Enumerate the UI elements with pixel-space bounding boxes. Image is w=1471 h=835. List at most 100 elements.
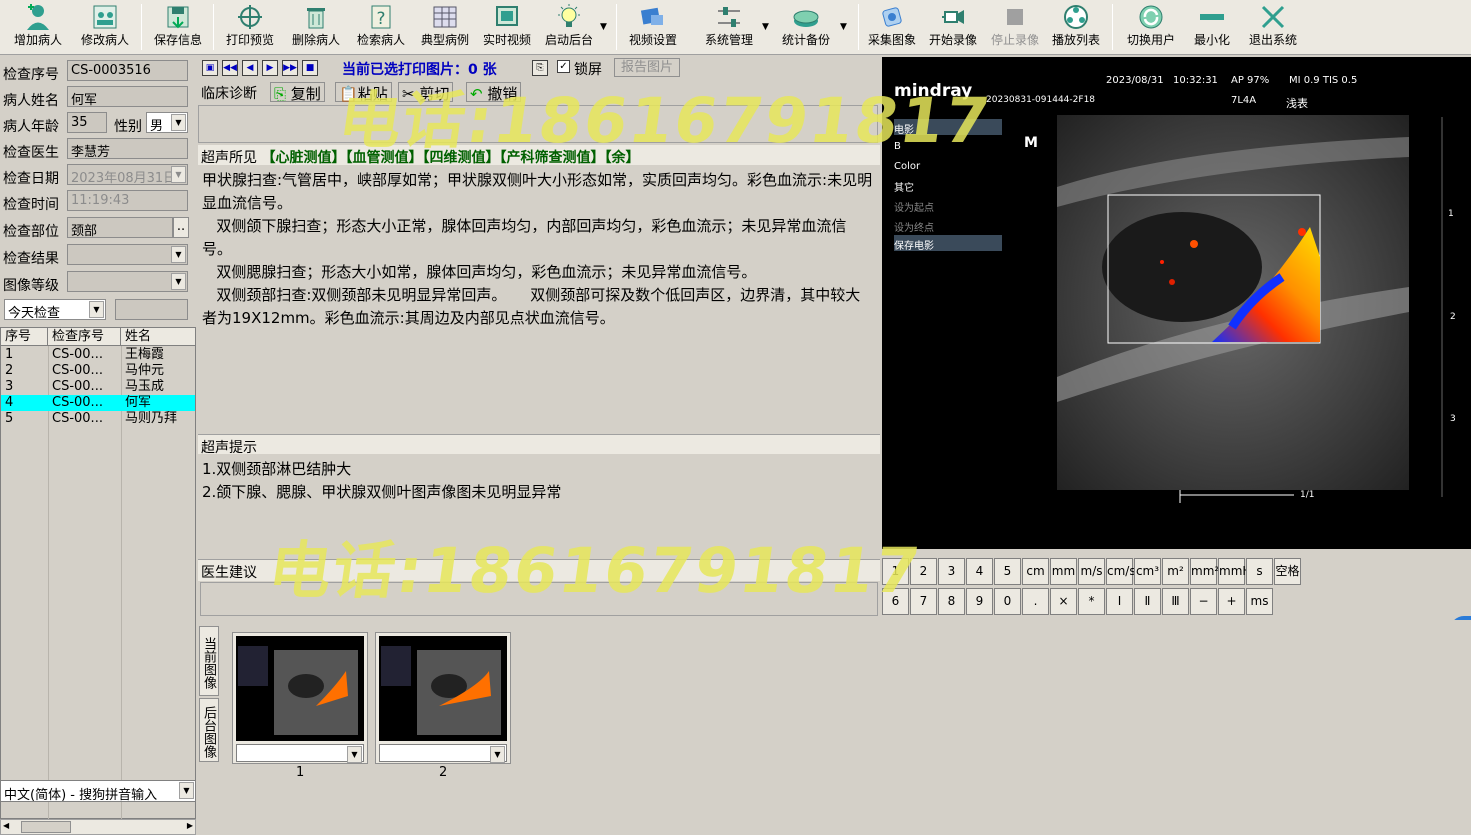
switch-user-button[interactable]: 切换用户 [1120,3,1182,53]
report-image-button[interactable]: 报告图片 [614,58,680,77]
grid-view-icon[interactable]: ▣ [202,60,218,76]
filter-input[interactable] [115,299,188,320]
undo-button[interactable]: ↶ 撤销 [466,82,522,103]
key-button[interactable]: 8 [938,588,965,615]
start-backend-button[interactable]: 启动后台 [538,3,600,53]
findings-textarea[interactable]: 甲状腺扫查:气管居中，峡部厚如常；甲状腺双侧叶大小形态如常，实质回声均匀。彩色血… [198,167,878,431]
key-button[interactable]: 空格 [1274,558,1301,585]
key-button[interactable]: 6 [882,588,909,615]
key-button[interactable]: . [1022,588,1049,615]
table-row[interactable]: 3 CS-00... 马玉成 [1,379,195,395]
minimize-button[interactable]: 最小化 [1186,3,1238,53]
table-row[interactable]: 4 CS-00... 何军 [1,395,195,411]
key-button[interactable]: mm² [1190,558,1219,585]
scroll-right-icon[interactable]: ▶ [187,821,193,830]
edit-patient-button[interactable]: 修改病人 [74,3,136,53]
key-button[interactable]: * [1078,588,1105,615]
statistics-dropdown-icon[interactable]: ▼ [840,22,847,32]
paste-button[interactable]: 📋粘贴 [335,82,392,103]
key-button[interactable]: mm [1050,558,1077,585]
exam-no-field[interactable]: CS-0003516 [67,60,188,81]
table-row[interactable]: 5 CS-00... 马则乃拜 [1,411,195,427]
us-menu-item[interactable]: B [894,141,901,152]
key-button[interactable]: s [1246,558,1273,585]
live-video-button[interactable]: 实时视频 [477,3,537,53]
advice-textarea[interactable] [200,582,878,616]
add-patient-button[interactable]: 增加病人 [8,3,68,53]
key-button[interactable]: 3 [938,558,965,585]
chevron-down-icon[interactable]: ▼ [171,246,186,263]
key-button[interactable]: Ⅰ [1106,588,1133,615]
search-patient-button[interactable]: ? 检索病人 [351,3,411,53]
part-field[interactable]: 颈部 [67,217,173,238]
scroll-thumb[interactable] [21,821,71,833]
cut-button[interactable]: ✂ 剪切 [398,82,454,103]
video-settings-button[interactable]: 视频设置 [622,3,684,53]
age-field[interactable]: 35 [67,112,107,133]
chevron-down-icon[interactable]: ▼ [89,301,104,318]
print-preview-button[interactable]: 打印预览 [220,3,280,53]
doctor-field[interactable]: 李慧芳 [67,138,188,159]
us-menu-item[interactable]: Color [894,161,920,172]
us-menu-item[interactable]: 保存电影 [894,237,934,252]
chevron-down-icon[interactable]: ▼ [171,114,186,131]
playlist-button[interactable]: 播放列表 [1046,3,1106,53]
key-button[interactable]: − [1190,588,1217,615]
stop-record-button[interactable]: 停止录像 [985,3,1045,53]
column-header-name[interactable]: 姓名 [121,328,195,346]
key-button[interactable]: Ⅱ [1134,588,1161,615]
lock-checkbox[interactable]: ✓ [557,60,570,73]
chevron-down-icon[interactable]: ▼ [490,746,505,763]
patient-name-field[interactable]: 何军 [67,86,188,107]
start-record-button[interactable]: 开始录像 [923,3,983,53]
system-manage-button[interactable]: 系统管理 [698,3,760,53]
date-picker[interactable]: 2023年08月31日 ▼ [67,164,188,185]
key-button[interactable]: 4 [966,558,993,585]
thumbnail-select[interactable]: ▼ [236,744,364,763]
scroll-left-icon[interactable]: ◀ [3,821,9,830]
key-button[interactable]: 1 [882,558,909,585]
start-backend-dropdown-icon[interactable]: ▼ [600,22,607,32]
grade-select[interactable]: ▼ [67,271,188,292]
impression-textarea[interactable]: 1.双侧颈部淋巴结肿大 2.颌下腺、腮腺、甲状腺双侧叶图声像图未见明显异常 [198,456,878,556]
filter-select[interactable]: 今天检查 ▼ [4,299,106,320]
key-button[interactable]: × [1050,588,1077,615]
ime-select[interactable]: 中文(简体) - 搜狗拼音输入 ▼ [0,780,196,802]
typical-case-button[interactable]: 典型病例 [415,3,475,53]
us-menu-item[interactable]: 设为起点 [894,199,934,214]
table-row[interactable]: 2 CS-00... 马仲元 [1,363,195,379]
image-thumbnail[interactable]: ▼ [375,632,511,764]
chevron-down-icon[interactable]: ▼ [171,273,186,290]
last-icon[interactable]: ▶▶ [282,60,298,76]
stop-icon[interactable]: ■ [302,60,318,76]
key-button[interactable]: 0 [994,588,1021,615]
time-field[interactable]: 11:19:43 [67,190,188,211]
key-button[interactable]: Ⅲ [1162,588,1189,615]
key-button[interactable]: 9 [966,588,993,615]
result-select[interactable]: ▼ [67,244,188,265]
key-button[interactable]: + [1218,588,1245,615]
column-header-no[interactable]: 序号 [1,328,48,346]
key-button[interactable]: cm/s [1106,558,1136,585]
image-thumbnail[interactable]: ▼ [232,632,368,764]
statistics-backup-button[interactable]: 统计备份 [775,3,837,53]
sex-select[interactable]: 男 ▼ [146,112,188,133]
key-button[interactable]: 2 [910,558,937,585]
ultrasound-live-view[interactable]: mindray 2023/08/31 10:32:31 AP 97% MI 0.… [882,57,1471,549]
tab-later-images[interactable]: 后台图像 [199,698,219,762]
key-button[interactable]: m² [1162,558,1189,585]
key-button[interactable]: cm³ [1134,558,1161,585]
exit-system-button[interactable]: 退出系统 [1243,3,1303,53]
first-icon[interactable]: ◀◀ [222,60,238,76]
prev-icon[interactable]: ◀ [242,60,258,76]
tab-current-images[interactable]: 当前图像 [199,626,219,696]
list-horizontal-scrollbar[interactable]: ◀ ▶ [0,819,196,835]
table-row[interactable]: 1 CS-00... 王梅霞 [1,347,195,363]
key-button[interactable]: 7 [910,588,937,615]
clinical-diagnosis-input[interactable] [198,105,878,143]
chevron-down-icon[interactable]: ▼ [347,746,362,763]
delete-patient-button[interactable]: 删除病人 [286,3,346,53]
key-button[interactable]: cm [1022,558,1049,585]
next-icon[interactable]: ▶ [262,60,278,76]
us-menu-item[interactable]: 电影 [894,121,914,136]
